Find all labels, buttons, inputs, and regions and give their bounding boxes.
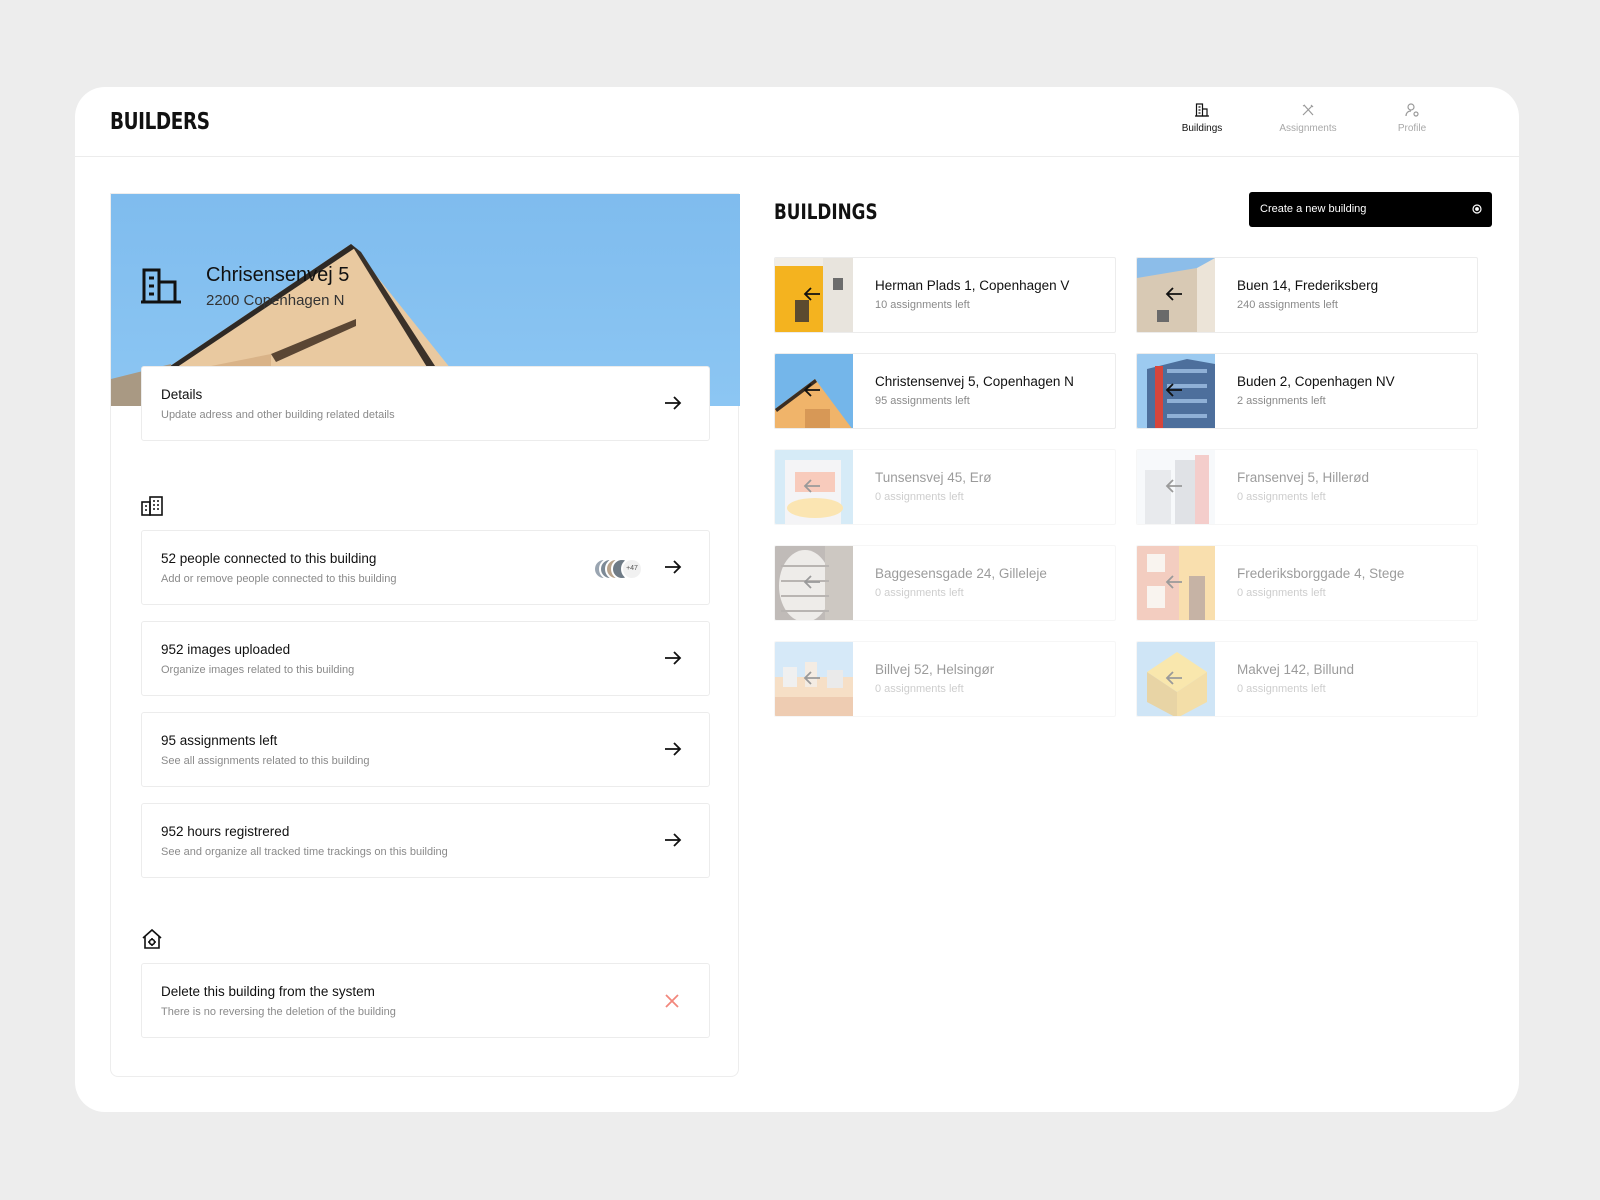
building-assignments: 10 assignments left xyxy=(875,299,970,311)
building-thumbnail xyxy=(775,258,853,332)
top-bar: BUILDERS Buildings Assignments Profile xyxy=(75,87,1519,157)
arrow-left-icon xyxy=(1165,671,1182,685)
building-name: Tunsensvej 45, Erø xyxy=(875,470,992,485)
building-assignments: 0 assignments left xyxy=(1237,683,1326,695)
card-subtitle: Add or remove people connected to this b… xyxy=(161,573,397,585)
building-thumbnail xyxy=(1137,354,1215,428)
add-circle-icon xyxy=(1472,204,1482,214)
buildings-heading: BUILDINGS xyxy=(774,200,878,224)
card-title: Delete this building from the system xyxy=(161,984,375,999)
app-logo: BUILDERS xyxy=(110,109,210,135)
building-title: Chrisensenvej 5 xyxy=(206,264,350,286)
arrow-left-icon xyxy=(1165,575,1182,589)
building-name: Frederiksborggade 4, Stege xyxy=(1237,566,1405,581)
close-icon[interactable] xyxy=(665,994,679,1008)
building-name: Buden 2, Copenhagen NV xyxy=(1237,374,1395,389)
card-subtitle: There is no reversing the deletion of th… xyxy=(161,1006,396,1018)
building-card[interactable]: Makvej 142, Billund 0 assignments left xyxy=(1136,641,1478,717)
building-icon xyxy=(1195,103,1209,117)
nav-assignments[interactable]: Assignments xyxy=(1268,103,1348,134)
card-subtitle: See and organize all tracked time tracki… xyxy=(161,846,448,858)
nav-label: Assignments xyxy=(1279,123,1337,134)
building-name: Fransenvej 5, Hillerød xyxy=(1237,470,1370,485)
arrow-left-icon xyxy=(1165,287,1182,301)
house-settings-icon xyxy=(142,928,162,949)
tools-icon xyxy=(1302,104,1314,116)
arrow-right-icon xyxy=(665,742,682,756)
building-assignments: 0 assignments left xyxy=(1237,491,1326,503)
images-card[interactable]: 952 images uploaded Organize images rela… xyxy=(141,621,710,696)
card-title: 952 hours registrered xyxy=(161,824,290,839)
create-building-button[interactable]: Create a new building xyxy=(1249,192,1492,227)
building-assignments: 0 assignments left xyxy=(1237,587,1326,599)
building-name: Makvej 142, Billund xyxy=(1237,662,1355,677)
building-card[interactable]: Frederiksborggade 4, Stege 0 assignments… xyxy=(1136,545,1478,621)
building-card[interactable]: Baggesensgade 24, Gilleleje 0 assignment… xyxy=(774,545,1116,621)
building-icon xyxy=(141,268,181,304)
building-assignments: 0 assignments left xyxy=(875,683,964,695)
building-detail-panel: Chrisensenvej 5 2200 Copenhagen N Detail… xyxy=(110,193,740,1077)
card-title: 95 assignments left xyxy=(161,733,278,748)
delete-building-card[interactable]: Delete this building from the system The… xyxy=(141,963,710,1038)
building-name: Baggesensgade 24, Gilleleje xyxy=(875,566,1047,581)
building-thumbnail xyxy=(775,450,853,524)
building-thumbnail xyxy=(1137,546,1215,620)
building-thumbnail xyxy=(775,546,853,620)
building-card[interactable]: Buen 14, Frederiksberg 240 assignments l… xyxy=(1136,257,1478,333)
arrow-left-icon xyxy=(803,383,820,397)
building-card[interactable]: Christensenvej 5, Copenhagen N 95 assign… xyxy=(774,353,1116,429)
building-assignments: 95 assignments left xyxy=(875,395,970,407)
nav-profile[interactable]: Profile xyxy=(1372,103,1452,134)
building-thumbnail xyxy=(1137,450,1215,524)
building-card[interactable]: Buden 2, Copenhagen NV 2 assignments lef… xyxy=(1136,353,1478,429)
office-building-icon xyxy=(141,496,163,516)
hours-card[interactable]: 952 hours registrered See and organize a… xyxy=(141,803,710,878)
building-name: Billvej 52, Helsingør xyxy=(875,662,995,677)
building-address: 2200 Copenhagen N xyxy=(206,292,345,309)
card-subtitle: Update adress and other building related… xyxy=(161,409,395,421)
building-card[interactable]: Herman Plads 1, Copenhagen V 10 assignme… xyxy=(774,257,1116,333)
building-name: Herman Plads 1, Copenhagen V xyxy=(875,278,1070,293)
building-thumbnail xyxy=(775,354,853,428)
nav-label: Buildings xyxy=(1181,123,1223,134)
arrow-right-icon xyxy=(665,651,682,665)
building-thumbnail xyxy=(1137,642,1215,716)
nav-buildings[interactable]: Buildings xyxy=(1162,103,1242,134)
assignments-card[interactable]: 95 assignments left See all assignments … xyxy=(141,712,710,787)
people-card[interactable]: 52 people connected to this building Add… xyxy=(141,530,710,605)
building-thumbnail xyxy=(775,642,853,716)
building-thumbnail xyxy=(1137,258,1215,332)
building-card[interactable]: Fransenvej 5, Hillerød 0 assignments lef… xyxy=(1136,449,1478,525)
arrow-right-icon xyxy=(665,560,682,574)
arrow-right-icon xyxy=(665,833,682,847)
arrow-left-icon xyxy=(803,287,820,301)
card-title: 52 people connected to this building xyxy=(161,551,377,566)
profile-icon xyxy=(1405,103,1419,117)
card-subtitle: See all assignments related to this buil… xyxy=(161,755,370,767)
card-title: 952 images uploaded xyxy=(161,642,291,657)
arrow-left-icon xyxy=(803,575,820,589)
app-window: BUILDERS Buildings Assignments Profile C… xyxy=(75,87,1519,1112)
arrow-left-icon xyxy=(1165,383,1182,397)
building-assignments: 0 assignments left xyxy=(875,491,964,503)
building-name: Christensenvej 5, Copenhagen N xyxy=(875,374,1074,389)
building-assignments: 0 assignments left xyxy=(875,587,964,599)
avatar-stack: +47 xyxy=(593,558,643,580)
arrow-left-icon xyxy=(803,479,820,493)
building-assignments: 240 assignments left xyxy=(1237,299,1338,311)
card-subtitle: Organize images related to this building xyxy=(161,664,355,676)
building-assignments: 2 assignments left xyxy=(1237,395,1326,407)
nav-label: Profile xyxy=(1397,123,1427,134)
building-card[interactable]: Billvej 52, Helsingør 0 assignments left xyxy=(774,641,1116,717)
building-card[interactable]: Tunsensvej 45, Erø 0 assignments left xyxy=(774,449,1116,525)
arrow-left-icon xyxy=(1165,479,1182,493)
building-name: Buen 14, Frederiksberg xyxy=(1237,278,1379,293)
arrow-right-icon xyxy=(665,396,682,410)
details-card[interactable]: Details Update adress and other building… xyxy=(141,366,710,441)
card-title: Details xyxy=(161,387,203,402)
create-building-label: Create a new building xyxy=(1260,203,1367,215)
arrow-left-icon xyxy=(803,671,820,685)
avatar-more-count: +47 xyxy=(621,558,643,580)
